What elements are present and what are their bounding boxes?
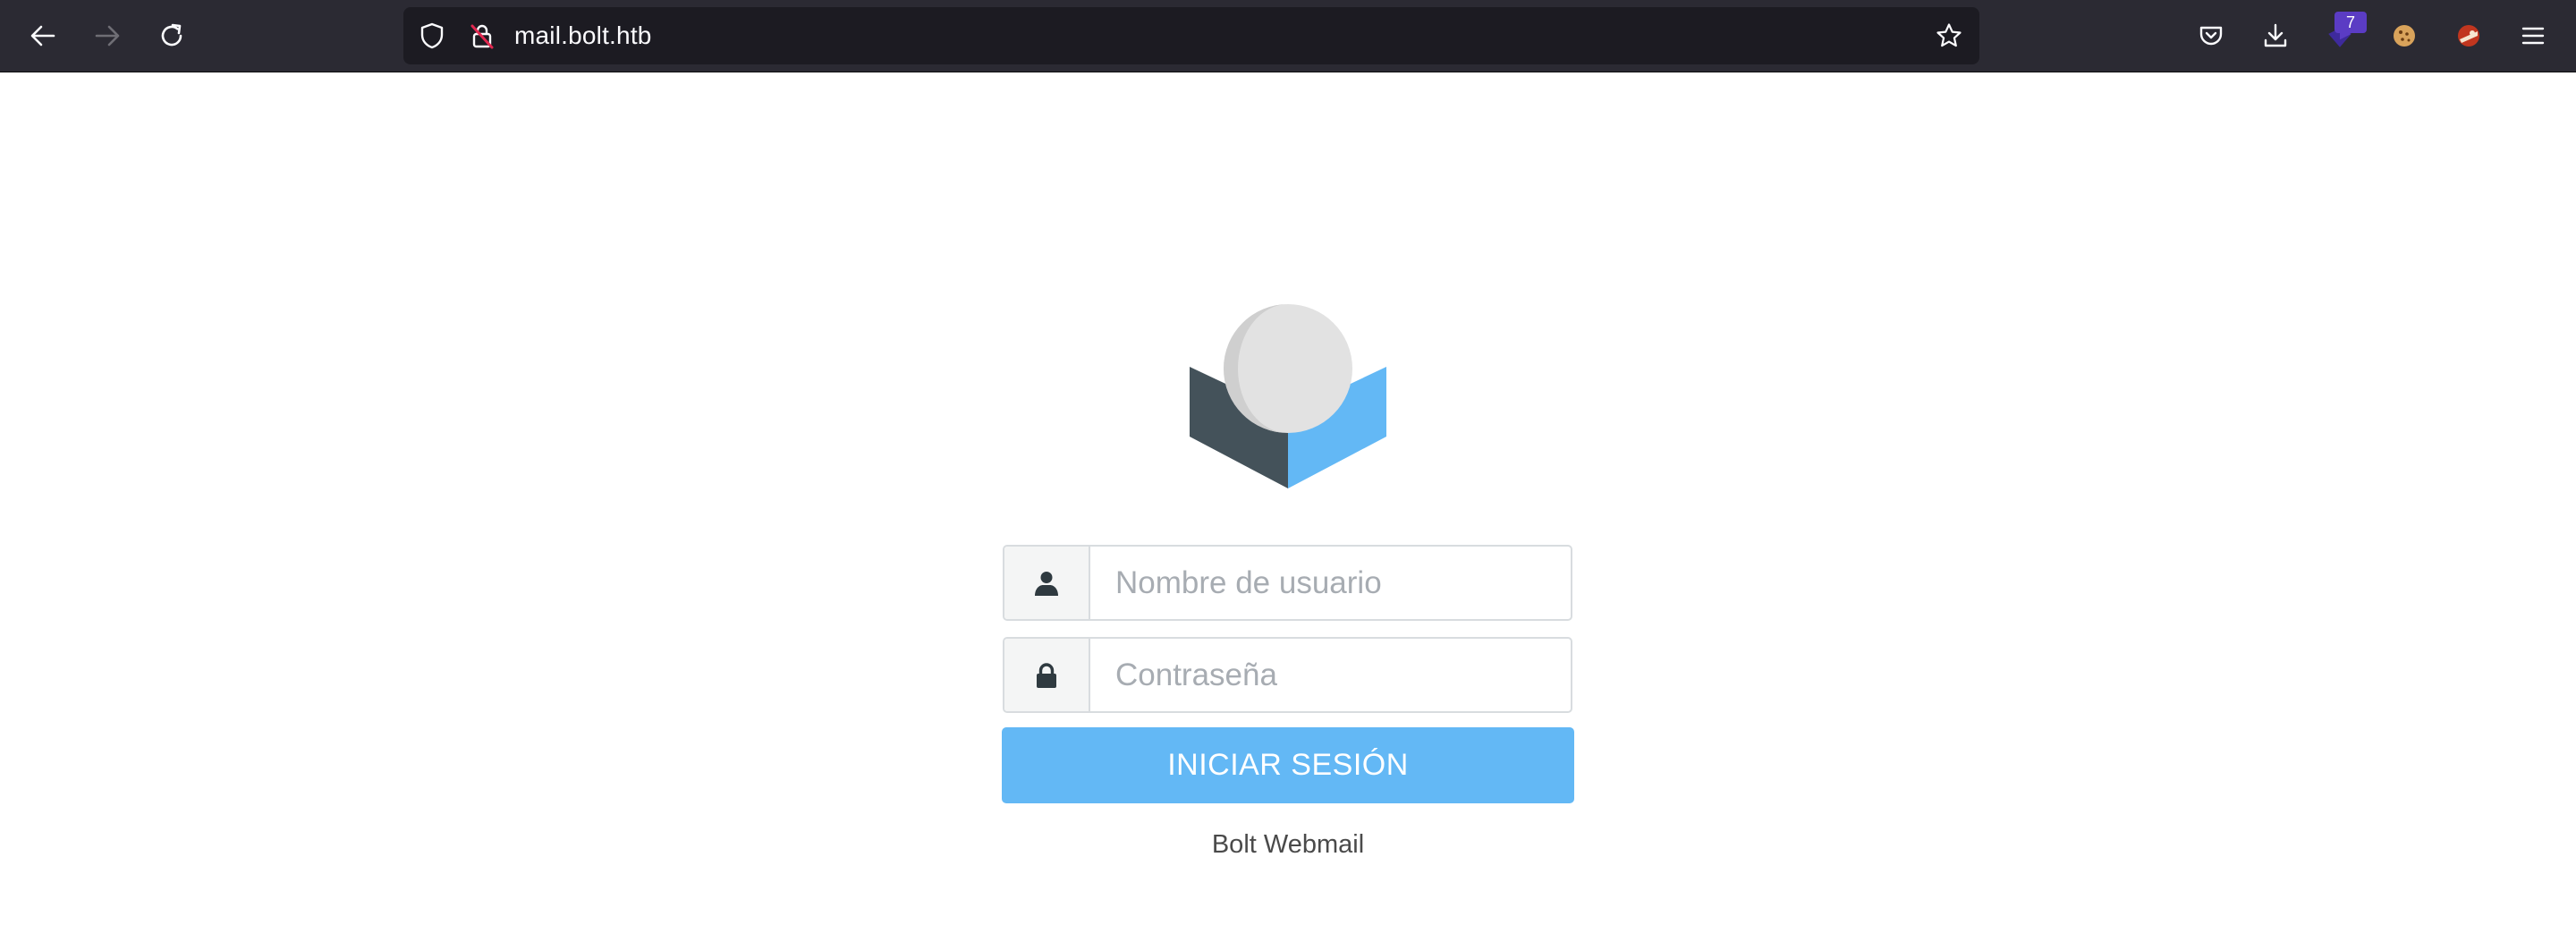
- pocket-icon: [2199, 26, 2223, 46]
- user-icon: [1035, 571, 1058, 596]
- extension-badge: 7: [2334, 12, 2367, 33]
- url-text[interactable]: mail.bolt.htb: [514, 7, 652, 64]
- arrow-right-icon: [95, 25, 120, 47]
- shield-icon: [420, 22, 444, 49]
- password-field: [1003, 637, 1572, 713]
- menu-button[interactable]: [2512, 14, 2555, 57]
- lock-icon: [1037, 662, 1056, 688]
- cookie-extension-button[interactable]: [2383, 14, 2426, 57]
- tracking-protection-button[interactable]: [411, 14, 453, 57]
- reload-button[interactable]: [150, 14, 193, 57]
- username-field: [1003, 545, 1572, 621]
- profile-extension-button[interactable]: [2447, 14, 2490, 57]
- username-addon: [1004, 547, 1090, 619]
- url-bar[interactable]: mail.bolt.htb: [403, 7, 1979, 64]
- hamburger-menu-icon: [2521, 27, 2545, 45]
- downloads-button[interactable]: [2254, 14, 2297, 57]
- roundcube-logo: [1190, 304, 1386, 488]
- cookie-icon: [2394, 25, 2415, 47]
- username-input[interactable]: [1090, 547, 1571, 619]
- password-addon: [1004, 639, 1090, 711]
- insecure-lock-icon: [470, 24, 494, 49]
- browser-toolbar: mail.bolt.htb 7: [0, 0, 2576, 72]
- connection-security-button[interactable]: [461, 14, 504, 57]
- login-button[interactable]: INICIAR SESIÓN: [1002, 727, 1574, 803]
- pocket-button[interactable]: [2190, 14, 2233, 57]
- password-input[interactable]: [1090, 639, 1571, 711]
- download-icon: [2264, 23, 2287, 47]
- forward-button[interactable]: [86, 14, 129, 57]
- profile-icon: [2458, 25, 2479, 47]
- arrow-left-icon: [30, 25, 55, 47]
- star-icon: [1936, 23, 1962, 47]
- back-button[interactable]: [21, 14, 64, 57]
- bookmark-button[interactable]: [1928, 14, 1970, 57]
- product-name: Bolt Webmail: [1211, 830, 1365, 859]
- reload-icon: [161, 23, 182, 47]
